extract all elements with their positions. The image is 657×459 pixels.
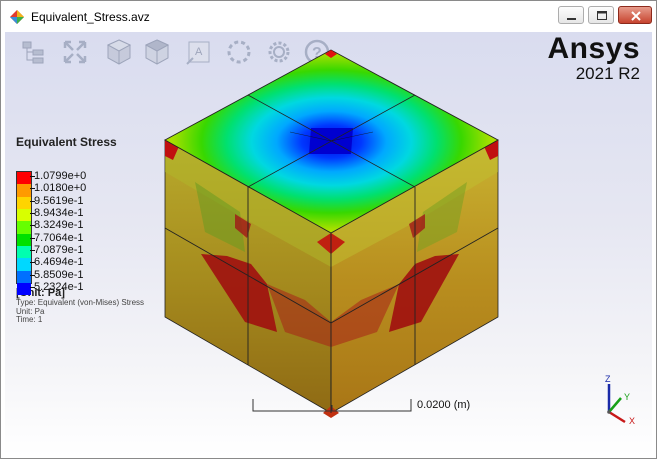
legend-swatch	[17, 209, 31, 222]
app-logo-icon	[10, 10, 24, 24]
legend-time: Time: 1	[16, 315, 43, 324]
legend-value: 8.9434e-1	[34, 207, 84, 220]
minimize-button[interactable]	[558, 6, 584, 24]
app-window: Equivalent_Stress.avz A ? Ansys 2021 R2 …	[0, 0, 657, 459]
legend-value: 7.7064e-1	[34, 231, 84, 244]
scale-label: 0.0200 (m)	[417, 399, 471, 411]
legend-swatch	[17, 221, 31, 234]
legend-value: 8.3249e-1	[34, 219, 84, 232]
maximize-button[interactable]	[588, 6, 614, 24]
legend-swatch	[17, 233, 31, 247]
legend-value: 1.0799e+0	[34, 170, 87, 182]
stress-legend: Equivalent Stress 1.0799e+0 1.0180e+0 9.56…	[16, 135, 176, 325]
scale-bar	[252, 399, 412, 412]
legend-swatch	[17, 184, 31, 197]
legend-value: 5.8509e-1	[34, 268, 84, 281]
legend-swatch	[17, 270, 31, 284]
legend-value: 7.0879e-1	[34, 244, 84, 257]
legend-swatch	[17, 172, 31, 185]
legend-swatch	[17, 258, 31, 271]
legend-swatch	[17, 246, 31, 259]
legend-value: 1.0180e+0	[34, 182, 87, 195]
legend-value: 6.4694e-1	[34, 256, 84, 269]
triad-y-label: Y	[624, 392, 630, 402]
triad-x-label: X	[629, 416, 635, 424]
legend-value: 9.5619e-1	[34, 194, 84, 207]
close-button[interactable]	[618, 6, 652, 24]
title-bar[interactable]: Equivalent_Stress.avz	[1, 1, 656, 32]
maximize-icon	[597, 11, 607, 20]
legend-value: 5.2324e-1	[34, 281, 84, 294]
minimize-icon	[567, 18, 576, 20]
close-icon	[631, 11, 641, 21]
legend-color-scale: 1.0799e+0 1.0180e+0 9.5619e-1 8.9434e-1 8.32…	[16, 169, 176, 296]
window-title: Equivalent_Stress.avz	[31, 10, 150, 24]
legend-title: Equivalent Stress	[16, 135, 117, 149]
triad-z-label: Z	[605, 374, 611, 384]
graphics-viewport[interactable]: A ? Ansys 2021 R2 Equivalent Stress 1.07…	[5, 32, 652, 456]
axis-triad-icon[interactable]: Z Y X	[595, 374, 640, 424]
legend-swatch	[17, 196, 31, 209]
legend-swatch	[17, 283, 31, 296]
